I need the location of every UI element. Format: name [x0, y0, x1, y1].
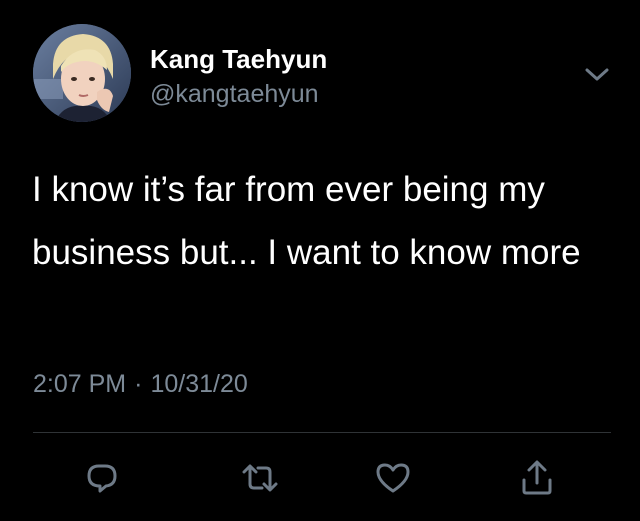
tweet-timestamp[interactable]: 2:07 PM · 10/31/20 — [33, 370, 248, 399]
share-button[interactable] — [514, 455, 560, 501]
meta-separator: · — [134, 370, 143, 398]
chevron-down-icon[interactable] — [582, 62, 612, 86]
avatar-image — [33, 24, 131, 122]
tweet-card: Kang Taehyun @kangtaehyun I know it’s fa… — [0, 0, 640, 521]
heart-icon — [376, 463, 410, 493]
divider — [33, 432, 611, 433]
retweet-button[interactable] — [237, 455, 283, 501]
display-name[interactable]: Kang Taehyun — [150, 44, 327, 75]
tweet-text: I know it’s far from ever being my busin… — [32, 170, 581, 272]
tweet-date: 10/31/20 — [150, 370, 248, 398]
avatar[interactable] — [33, 24, 131, 122]
retweet-icon — [242, 464, 278, 492]
share-icon — [522, 460, 552, 495]
user-handle[interactable]: @kangtaehyun — [150, 80, 319, 109]
tweet-time: 2:07 PM — [33, 370, 127, 398]
like-button[interactable] — [370, 455, 416, 501]
reply-icon — [87, 464, 117, 493]
reply-button[interactable] — [79, 455, 125, 501]
